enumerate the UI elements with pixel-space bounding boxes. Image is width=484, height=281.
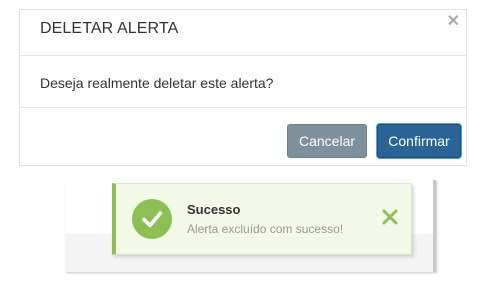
modal-message: Deseja realmente deletar este alerta? (40, 75, 274, 91)
success-toast: Sucesso Alerta excluído com sucesso! (112, 183, 412, 255)
modal-header: DELETAR ALERTA ✕ (20, 10, 466, 56)
toast-message: Alerta excluído com sucesso! (187, 222, 344, 236)
check-circle-icon (132, 199, 172, 239)
modal-title: DELETAR ALERTA (40, 20, 179, 37)
delete-alert-modal: DELETAR ALERTA ✕ Deseja realmente deleta… (19, 9, 467, 166)
confirm-button[interactable]: Confirmar (377, 124, 461, 158)
toast-title: Sucesso (187, 202, 241, 217)
modal-body: Deseja realmente deletar este alerta? (20, 56, 466, 108)
close-icon[interactable]: ✕ (447, 14, 460, 30)
background-scroll-edge (433, 180, 436, 272)
cancel-button[interactable]: Cancelar (287, 124, 367, 158)
toast-close-icon[interactable] (381, 208, 399, 226)
